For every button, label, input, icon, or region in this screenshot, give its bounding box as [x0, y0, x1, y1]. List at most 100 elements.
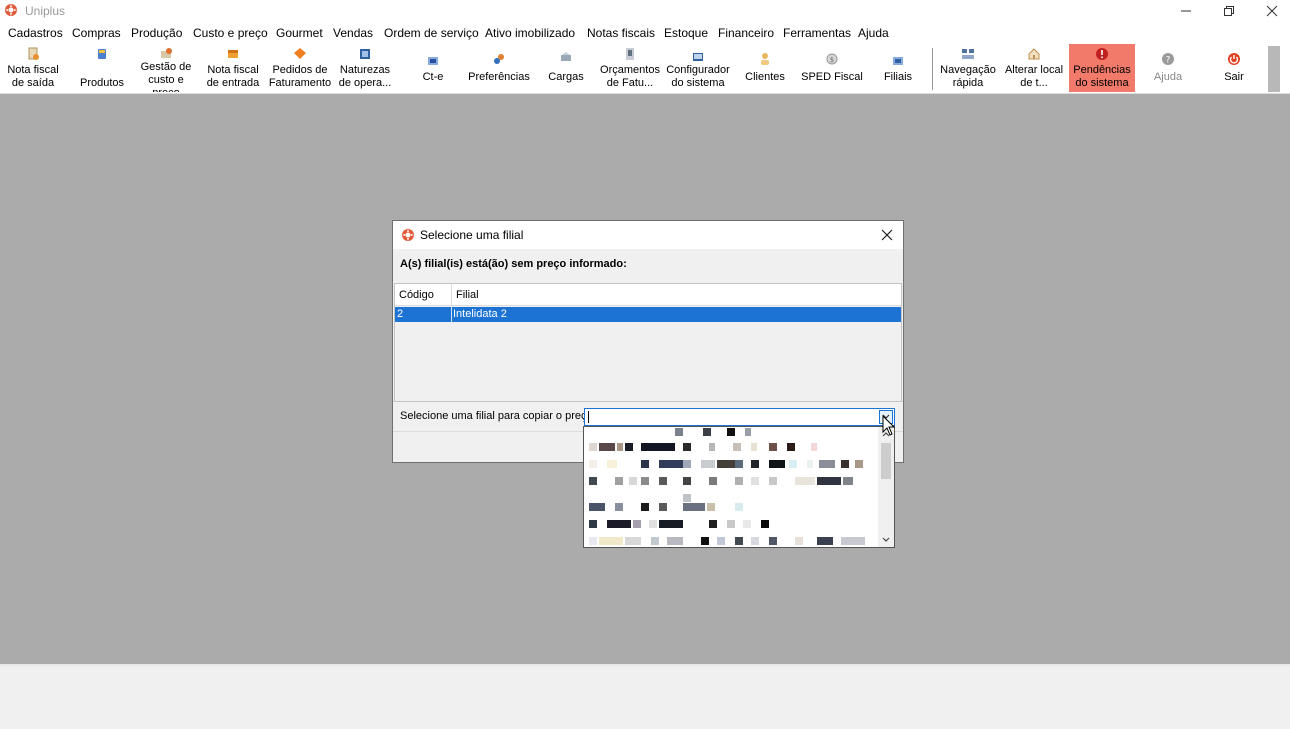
- clients-icon: [761, 53, 769, 65]
- menu-ferramentas[interactable]: Ferramentas: [783, 26, 851, 40]
- list-item[interactable]: [585, 499, 878, 516]
- status-bar: [0, 664, 1290, 729]
- toolbar-gestao-custo-preco[interactable]: Gestão de custo e preço: [136, 44, 196, 92]
- uniplus-logo-icon: [5, 4, 17, 16]
- list-item[interactable]: [585, 473, 878, 490]
- cte-icon: [428, 57, 438, 65]
- sped-icon: $: [826, 53, 838, 65]
- billing-quotes-icon: [626, 48, 634, 60]
- list-item[interactable]: [585, 439, 878, 456]
- toolbar: Nota fiscal de saída Produtos Gestão de …: [0, 44, 1290, 94]
- column-header-filial[interactable]: Filial: [456, 289, 479, 301]
- toolbar-filiais[interactable]: Filiais: [868, 44, 928, 92]
- dropdown-scrollbar[interactable]: [878, 427, 894, 547]
- change-location-icon: [1028, 48, 1040, 60]
- toolbar-alterar-local[interactable]: Alterar local de t...: [1002, 44, 1066, 92]
- window-title: Uniplus: [25, 4, 66, 18]
- quick-nav-icon: [962, 49, 974, 59]
- restore-button[interactable]: [1207, 0, 1251, 22]
- billing-orders-icon: [294, 48, 306, 59]
- toolbar-label: Orçamentos de Fatu...: [600, 64, 660, 89]
- branches-table: Código Filial 2 Intelidata 2: [394, 283, 902, 402]
- text-caret: [588, 411, 589, 423]
- svg-text:?: ?: [1166, 56, 1171, 66]
- list-item[interactable]: [585, 516, 878, 533]
- dialog-title: Selecione uma filial: [420, 228, 524, 242]
- toolbar-sair[interactable]: Sair: [1204, 44, 1264, 92]
- branch-dropdown-list[interactable]: [583, 426, 895, 548]
- close-icon: [1266, 5, 1278, 17]
- table-row[interactable]: 2 Intelidata 2: [395, 307, 901, 322]
- column-header-codigo[interactable]: Código: [399, 289, 434, 301]
- toolbar-cte[interactable]: Ct-e: [404, 44, 462, 92]
- toolbar-separator: [932, 48, 933, 90]
- toolbar-label: Preferências: [468, 71, 530, 83]
- toolbar-ajuda[interactable]: ? Ajuda: [1140, 44, 1196, 92]
- list-item[interactable]: [585, 456, 878, 473]
- cargo-icon: [561, 52, 571, 61]
- menu-bar: Cadastros Compras Produção Custo e preço…: [0, 22, 1290, 44]
- toolbar-nota-fiscal-saida[interactable]: Nota fiscal de saída: [2, 44, 64, 92]
- cost-price-icon: [161, 48, 172, 58]
- toolbar-label: Gestão de custo e preço: [140, 61, 192, 92]
- toolbar-label: Ajuda: [1153, 71, 1183, 83]
- toolbar-label: Configurador do sistema: [666, 64, 730, 89]
- menu-ordem-servico[interactable]: Ordem de serviço: [384, 26, 479, 40]
- toolbar-label: Produtos: [79, 77, 125, 89]
- toolbar-label: Pendências do sistema: [1073, 64, 1131, 89]
- toolbar-scrollbar[interactable]: [1268, 46, 1280, 92]
- toolbar-preferencias[interactable]: Preferências: [466, 44, 532, 92]
- restore-icon: [1224, 6, 1234, 16]
- dialog-close-button[interactable]: [877, 225, 897, 245]
- toolbar-produtos[interactable]: Produtos: [72, 44, 132, 92]
- help-icon: ?: [1162, 53, 1174, 66]
- toolbar-label: Navegação rápida: [940, 64, 996, 89]
- products-icon: [98, 49, 106, 59]
- menu-cadastros[interactable]: Cadastros: [8, 26, 63, 40]
- list-item[interactable]: [585, 533, 878, 547]
- alert-icon: [1096, 48, 1108, 60]
- close-icon: [881, 229, 893, 241]
- toolbar-sped-fiscal[interactable]: $ SPED Fiscal: [800, 44, 864, 92]
- menu-gourmet[interactable]: Gourmet: [276, 26, 323, 40]
- minimize-button[interactable]: [1164, 0, 1208, 22]
- toolbar-configurador-sistema[interactable]: Configurador do sistema: [664, 44, 732, 92]
- menu-custo-preco[interactable]: Custo e preço: [193, 26, 268, 40]
- system-config-icon: [693, 53, 703, 61]
- operation-natures-icon: [360, 49, 370, 59]
- toolbar-nota-fiscal-entrada[interactable]: Nota fiscal de entrada: [202, 44, 264, 92]
- preferences-icon: [494, 54, 504, 64]
- toolbar-pedidos-faturamento[interactable]: Pedidos de Faturamento: [268, 44, 332, 92]
- invoice-out-icon: [28, 47, 39, 60]
- toolbar-naturezas-operacao[interactable]: Naturezas de opera...: [334, 44, 396, 92]
- toolbar-label: Nota fiscal de entrada: [206, 64, 260, 89]
- scroll-thumb[interactable]: [881, 443, 891, 479]
- invoice-in-icon: [228, 50, 238, 58]
- toolbar-label: Naturezas de opera...: [338, 64, 392, 89]
- column-divider[interactable]: [451, 284, 452, 306]
- toolbar-navegacao-rapida[interactable]: Navegação rápida: [936, 44, 1000, 92]
- toolbar-label: SPED Fiscal: [801, 71, 863, 83]
- scroll-down-button[interactable]: [880, 534, 892, 546]
- branch-select-combo[interactable]: [584, 408, 895, 426]
- menu-ativo-imobilizado[interactable]: Ativo imobilizado: [485, 26, 575, 40]
- toolbar-clientes[interactable]: Clientes: [736, 44, 794, 92]
- menu-notas-fiscais[interactable]: Notas fiscais: [587, 26, 655, 40]
- chevron-down-icon: [882, 537, 890, 542]
- toolbar-label: Cargas: [548, 71, 584, 83]
- toolbar-label: Ct-e: [422, 71, 444, 83]
- menu-estoque[interactable]: Estoque: [664, 26, 708, 40]
- toolbar-label: Pedidos de Faturamento: [268, 64, 332, 89]
- toolbar-orcamentos-faturamento[interactable]: Orçamentos de Fatu...: [598, 44, 662, 92]
- menu-compras[interactable]: Compras: [72, 26, 121, 40]
- toolbar-cargas[interactable]: Cargas: [536, 44, 596, 92]
- menu-financeiro[interactable]: Financeiro: [718, 26, 774, 40]
- toolbar-pendencias-sistema[interactable]: Pendências do sistema: [1069, 44, 1135, 92]
- table-header: Código Filial: [395, 284, 901, 306]
- cell-divider: [451, 307, 452, 322]
- menu-vendas[interactable]: Vendas: [333, 26, 373, 40]
- close-button[interactable]: [1250, 0, 1290, 22]
- menu-ajuda[interactable]: Ajuda: [858, 26, 889, 40]
- dropdown-options[interactable]: [585, 427, 878, 547]
- menu-producao[interactable]: Produção: [131, 26, 182, 40]
